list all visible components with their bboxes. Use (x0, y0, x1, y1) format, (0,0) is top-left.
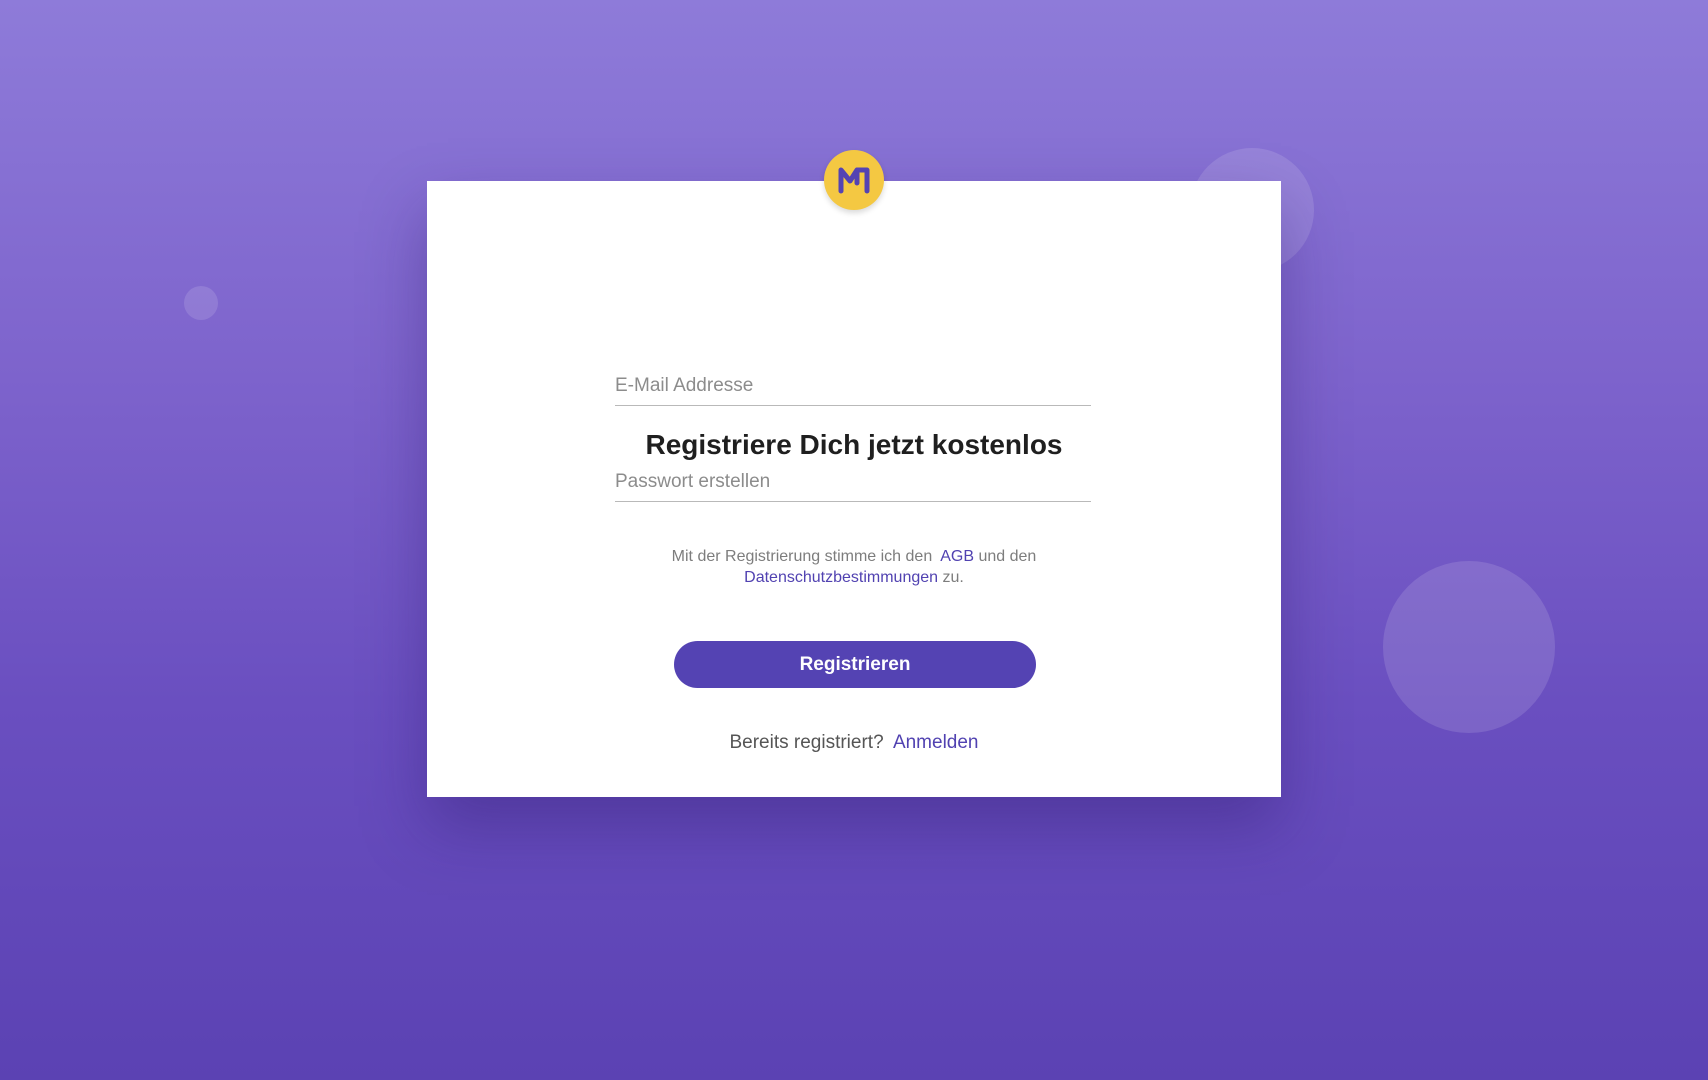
decorative-bubble-small (184, 286, 218, 320)
login-prompt-row: Bereits registriert? Anmelden (427, 732, 1281, 754)
login-prompt: Bereits registriert? (729, 732, 884, 753)
agb-link[interactable]: AGB (940, 548, 974, 565)
page-title: Registriere Dich jetzt kostenlos (645, 429, 1063, 460)
m-logo-icon (824, 150, 884, 210)
login-link[interactable]: Anmelden (893, 732, 979, 753)
m-logo-mark (838, 167, 870, 194)
terms-prefix: Mit der Registrierung stimme ich den (671, 548, 933, 565)
email-input[interactable] (615, 375, 1091, 405)
terms-notice: Mit der Registrierung stimme ich den AGB… (427, 546, 1281, 588)
terms-suffix: zu. (942, 569, 964, 586)
page-background: Registriere Dich jetzt kostenlos Mit der… (0, 0, 1708, 1080)
password-field[interactable] (615, 471, 1091, 502)
password-input[interactable] (615, 471, 1091, 501)
decorative-bubble-right (1383, 561, 1555, 733)
register-button[interactable]: Registrieren (674, 641, 1036, 688)
privacy-link[interactable]: Datenschutzbestimmungen (744, 569, 938, 586)
email-field[interactable] (615, 375, 1091, 406)
terms-middle: und den (978, 548, 1037, 565)
registration-card: Registriere Dich jetzt kostenlos Mit der… (427, 181, 1281, 797)
